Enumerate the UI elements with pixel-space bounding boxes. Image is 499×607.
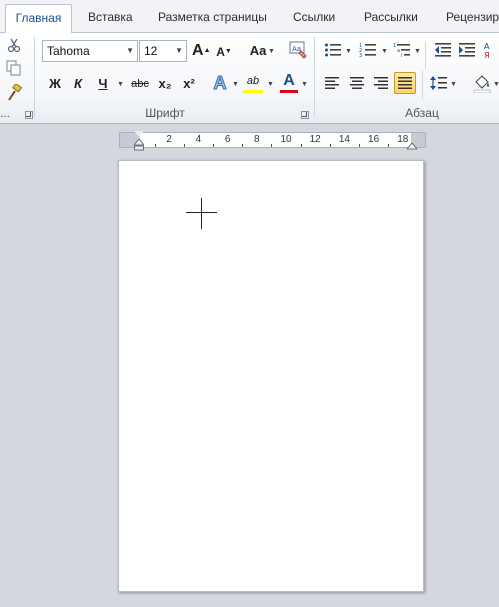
tab-mailings[interactable]: Рассылки [364,4,418,33]
chevron-down-icon: ▼ [268,48,275,55]
font-size-value: 12 [144,44,158,58]
tab-page-layout[interactable]: Разметка страницы [158,4,267,33]
ruler-tick [271,144,273,147]
down-arrow-icon: ▼ [224,48,232,55]
ruler-tick [329,144,331,147]
up-arrow-icon: ▲ [203,47,211,54]
chevron-down-icon: ▼ [345,48,352,55]
line-spacing-icon[interactable] [430,75,448,91]
shrink-font-button[interactable]: A▼ [216,41,232,63]
svg-text:А: А [484,42,490,51]
chevron-down-icon: ▼ [175,46,183,55]
svg-text:1: 1 [393,43,396,49]
svg-text:Я: Я [484,51,490,59]
chevron-down-icon: ▼ [450,81,457,88]
ruler-label: 6 [224,134,231,145]
clipboard-dialog-launcher[interactable] [25,111,33,119]
multilevel-list-icon[interactable]: 1ai [393,42,413,59]
font-group-label: Шрифт [145,106,185,120]
group-separator [314,37,315,117]
group-separator [425,41,426,69]
font-name-value: Tahoma [47,44,90,58]
svg-text:a: a [397,48,400,54]
copy-icon[interactable] [6,60,22,76]
ruler-tick [242,144,244,147]
ruler-tick [388,144,390,147]
underline-button[interactable]: Ч [95,73,111,95]
crosshair-cursor-icon [201,198,202,229]
superscript-button[interactable]: x² [180,73,198,95]
font-name-combo[interactable]: Tahoma ▼ [42,40,138,62]
chevron-down-icon: ▼ [414,48,421,55]
align-right-icon[interactable] [373,75,389,91]
shrink-font-label: A [216,45,225,59]
clear-formatting-icon[interactable]: Aa [289,41,307,59]
chevron-down-icon: ▼ [301,81,308,88]
decrease-indent-icon[interactable] [434,42,452,58]
subscript-button[interactable]: x₂ [156,73,174,95]
hanging-indent-marker[interactable] [133,138,145,151]
clipboard-group-label: ... [0,106,11,120]
increase-indent-icon[interactable] [458,42,476,58]
ruler-label: 8 [254,134,260,145]
cut-icon[interactable] [6,37,22,53]
align-left-icon[interactable] [324,75,340,91]
numbering-icon[interactable]: 123 [359,42,377,59]
ruler-tick [300,144,302,147]
tab-home[interactable]: Главная [5,4,72,34]
format-painter-icon[interactable] [5,82,23,102]
horizontal-ruler[interactable]: 2 4 6 8 10 12 14 16 18 [119,132,426,148]
font-color-button[interactable]: A [280,70,298,92]
ruler-tick [183,144,185,147]
right-indent-marker[interactable] [406,139,418,150]
chevron-down-icon: ▼ [493,81,499,88]
chevron-down-icon: ▼ [117,81,124,88]
tab-review[interactable]: Рецензир [446,4,499,33]
change-case-label: Aa [249,43,267,58]
svg-text:3: 3 [359,53,362,58]
chevron-down-icon: ▼ [381,48,388,55]
font-color-bar [280,90,298,93]
chevron-down-icon: ▼ [232,81,239,88]
highlight-color-bar [243,90,263,93]
font-dialog-launcher[interactable] [301,111,309,119]
group-separator [422,71,423,99]
bullets-icon[interactable] [324,42,342,58]
tab-references[interactable]: Ссылки [293,4,335,33]
justify-icon [398,77,412,89]
ribbon-tab-strip: Главная Вставка Разметка страницы Ссылки… [0,0,499,34]
chevron-down-icon: ▼ [267,81,274,88]
font-size-combo[interactable]: 12 ▼ [139,40,187,62]
document-page[interactable] [118,160,424,592]
grow-font-button[interactable]: A▲ [192,40,211,62]
ruler-label: 14 [338,134,350,145]
ruler-label: 12 [309,134,321,145]
ruler-tick [359,144,360,147]
sort-icon[interactable]: АЯ [484,41,499,59]
chevron-down-icon: ▼ [126,46,134,55]
svg-text:i: i [401,53,402,58]
ruler-tick [213,144,214,147]
change-case-button[interactable]: Aa [246,40,270,62]
ruler-label: 10 [280,134,292,145]
ruler-tick [154,144,156,147]
highlight-button[interactable]: ab [243,70,263,92]
ribbon: ... Tahoma ▼ 12 ▼ A▲ A▼ Aa ▼ Aa Ж К Ч ▼ … [0,33,499,124]
bold-button[interactable]: Ж [46,73,64,95]
strikethrough-button[interactable]: abc [128,73,152,95]
group-separator [34,37,35,117]
justify-button[interactable] [394,72,416,94]
shading-icon[interactable] [473,73,491,94]
ruler-label: 2 [166,134,172,145]
ruler-label: 16 [368,134,380,145]
grow-font-label: A [192,42,204,59]
first-line-indent-marker[interactable] [134,131,144,137]
tab-insert[interactable]: Вставка [88,4,133,33]
ruler-label: 4 [195,134,202,145]
italic-button[interactable]: К [70,73,86,95]
paragraph-group-label: Абзац [405,106,439,120]
text-effects-button[interactable]: A [210,72,230,94]
align-center-icon[interactable] [349,75,365,91]
